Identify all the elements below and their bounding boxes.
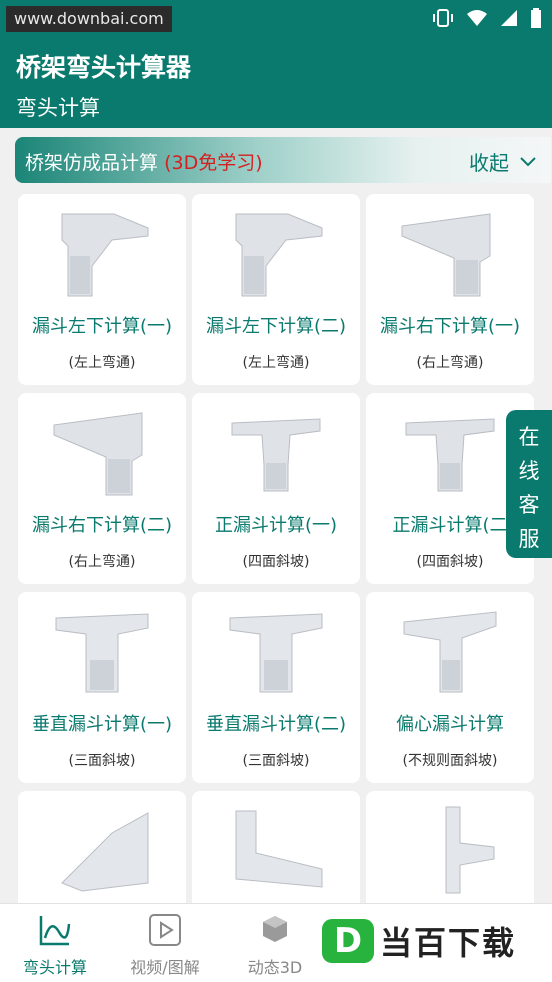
status-bar: www.downbai.com	[0, 0, 552, 36]
chart-icon	[39, 916, 71, 946]
tray-illustration-icon	[401, 213, 491, 297]
page-subtitle: 弯头计算	[16, 96, 100, 120]
nav-item-3d[interactable]: 动态3D	[220, 912, 330, 978]
nav-label: 视频/图解	[130, 958, 200, 977]
card-title: 漏斗左下计算(一)	[31, 316, 173, 337]
card-note: (四面斜坡)	[242, 554, 310, 570]
card-funnel-left-down-1[interactable]: 漏斗左下计算(一) (左上弯通)	[18, 194, 186, 385]
card-funnel-eccentric[interactable]: 偏心漏斗计算 (不规则面斜坡)	[366, 592, 534, 783]
tray-illustration-icon	[235, 213, 323, 297]
wifi-icon	[467, 10, 487, 26]
section-header[interactable]: 桥架仿成品计算 (3D免学习) 收起	[15, 137, 551, 183]
service-char: 线	[518, 459, 540, 483]
online-service-button[interactable]: 在 线 客 服	[506, 410, 552, 558]
card-title: 漏斗右下计算(二)	[31, 515, 173, 536]
chevron-down-icon	[520, 156, 536, 166]
card-title: 垂直漏斗计算(一)	[31, 714, 173, 735]
card-note: (三面斜坡)	[242, 753, 310, 769]
tray-illustration-icon	[445, 806, 495, 894]
tray-illustration-icon	[235, 810, 323, 888]
brand-text: 当百下载	[380, 924, 517, 962]
tray-illustration-icon	[55, 613, 149, 693]
card-note: (三面斜坡)	[68, 753, 136, 769]
card-title: 正漏斗计算(一)	[214, 515, 338, 536]
service-char: 在	[518, 425, 540, 449]
cube-icon	[263, 916, 287, 942]
collapse-label: 收起	[469, 151, 509, 175]
card-title: 偏心漏斗计算	[396, 714, 504, 735]
card-funnel-vertical-1[interactable]: 垂直漏斗计算(一) (三面斜坡)	[18, 592, 186, 783]
card-note: (左上弯通)	[68, 355, 136, 371]
watermark: www.downbai.com	[6, 6, 172, 32]
card-note: (不规则面斜坡)	[402, 753, 498, 769]
tray-illustration-icon	[53, 412, 143, 496]
nav-label: 动态3D	[247, 958, 303, 977]
nav-item-elbow-calc[interactable]: 弯头计算	[0, 912, 110, 978]
section-title-text: 桥架仿成品计算	[25, 152, 159, 174]
video-icon	[149, 914, 181, 946]
card-funnel-right-down-2[interactable]: 漏斗右下计算(二) (右上弯通)	[18, 393, 186, 584]
service-char: 服	[518, 527, 540, 551]
card-note: (左上弯通)	[242, 355, 310, 371]
card-title: 漏斗右下计算(一)	[379, 316, 521, 337]
tray-illustration-icon	[61, 213, 149, 297]
tray-illustration-icon	[405, 418, 495, 492]
card-funnel-left-down-2[interactable]: 漏斗左下计算(二) (左上弯通)	[192, 194, 360, 385]
tray-illustration-icon	[231, 418, 321, 492]
brand-logo: D	[322, 919, 374, 963]
app-bar: 桥架弯头计算器 弯头计算	[0, 36, 552, 128]
nav-label: 弯头计算	[22, 958, 87, 977]
brand-watermark: D 当百下载	[322, 918, 516, 964]
section-badge: (3D免学习)	[164, 152, 263, 174]
status-icons	[432, 8, 542, 28]
signal-icon	[501, 10, 517, 26]
section-title: 桥架仿成品计算 (3D免学习)	[25, 148, 263, 175]
card-note: (右上弯通)	[68, 554, 136, 570]
card-note: (右上弯通)	[416, 355, 484, 371]
nav-item-video[interactable]: 视频/图解	[110, 912, 220, 978]
card-funnel-straight-1[interactable]: 正漏斗计算(一) (四面斜坡)	[192, 393, 360, 584]
tray-illustration-icon	[229, 613, 323, 693]
service-char: 客	[518, 493, 540, 517]
card-funnel-right-down-1[interactable]: 漏斗右下计算(一) (右上弯通)	[366, 194, 534, 385]
card-title: 垂直漏斗计算(二)	[205, 714, 347, 735]
vibrate-icon	[433, 9, 453, 27]
app-title: 桥架弯头计算器	[16, 53, 192, 82]
tray-illustration-icon	[403, 611, 497, 693]
card-title: 漏斗左下计算(二)	[205, 316, 347, 337]
battery-icon	[531, 8, 541, 28]
tray-illustration-icon	[61, 812, 149, 892]
collapse-button[interactable]: 收起	[469, 147, 537, 176]
card-funnel-vertical-2[interactable]: 垂直漏斗计算(二) (三面斜坡)	[192, 592, 360, 783]
